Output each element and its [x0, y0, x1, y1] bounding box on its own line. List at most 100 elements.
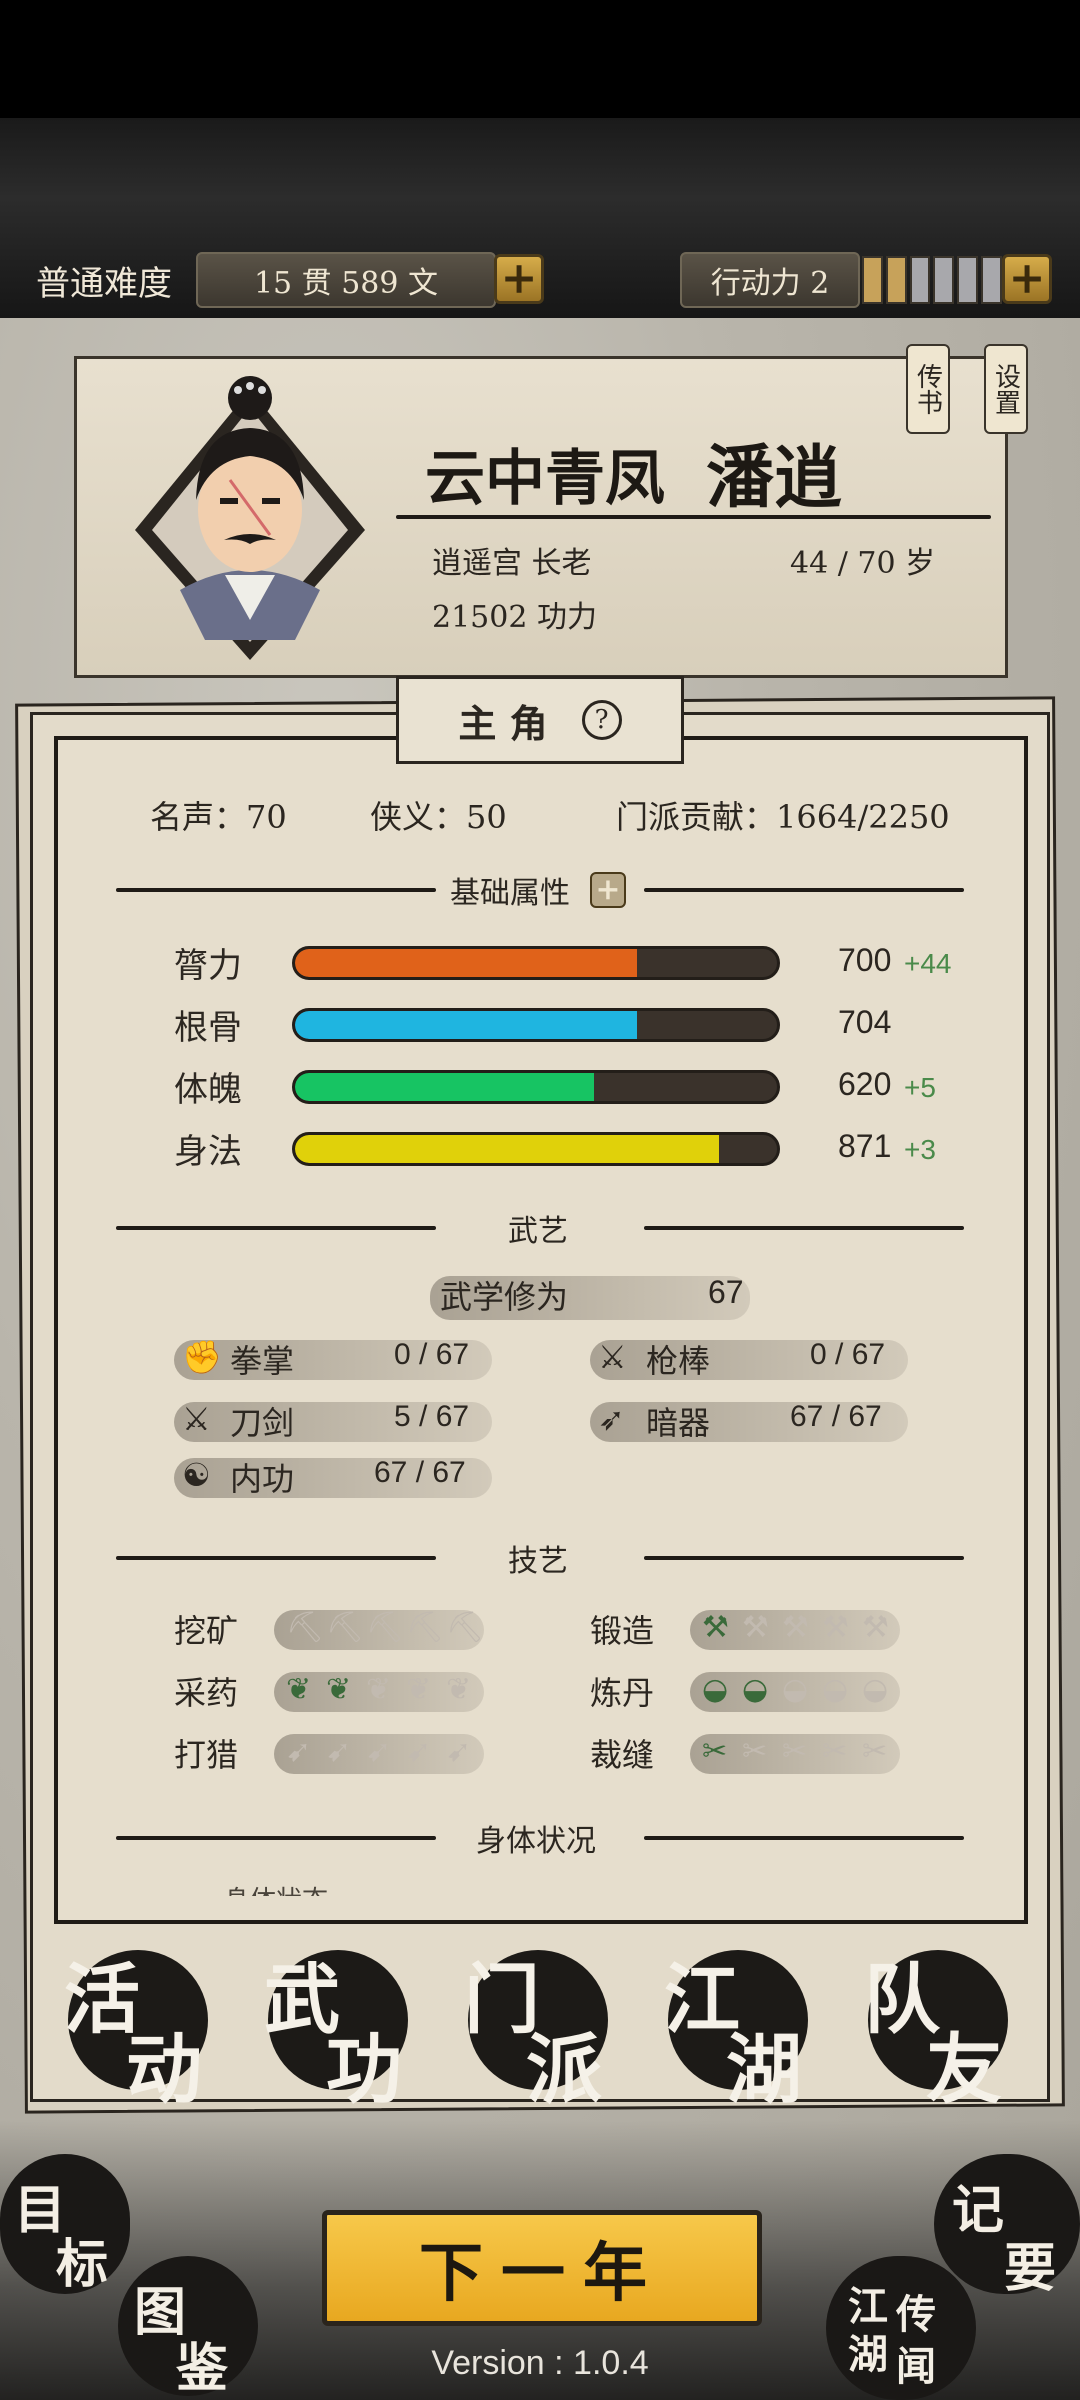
fame-stat: 名声：70 [150, 798, 287, 836]
tab-title: 主 角 [458, 700, 548, 746]
attribute-bar [292, 946, 780, 980]
needle-icon: ✂ [862, 1734, 888, 1769]
skill-label: 刀剑 [230, 1404, 295, 1442]
martial-title: 武艺 [508, 1214, 568, 1249]
herb-icon: ❦ [446, 1672, 472, 1707]
add-attribute-button[interactable]: + [590, 872, 626, 908]
cultivation-label: 武学修为 [440, 1278, 569, 1316]
attribute-label: 体魄 [174, 1070, 242, 1110]
needle-icon: ✂ [742, 1734, 768, 1769]
tag-settings-button[interactable]: 设置 [984, 344, 1028, 434]
martial-skill[interactable]: ☯ 内功 67 / 67 [174, 1452, 492, 1500]
bowl-icon: ◒ [862, 1672, 889, 1707]
character-name: 潘逍 [706, 438, 843, 518]
bowl-icon: ◒ [742, 1672, 769, 1707]
goal-button[interactable]: 目 标 [0, 2154, 130, 2295]
herb-icon: ❦ [406, 1672, 432, 1707]
bow-icon: ➹ [286, 1734, 312, 1769]
attribute-row: 根骨 704 [0, 998, 1080, 1060]
craft-row[interactable]: 裁缝 ✂ ✂ ✂ ✂ ✂ [590, 1728, 910, 1778]
herb-icon: ❦ [326, 1672, 352, 1707]
martial-skill[interactable]: ⚔ 刀剑 5 / 67 [174, 1396, 492, 1444]
bow-icon: ➹ [326, 1734, 352, 1769]
craft-row[interactable]: 打猎 ➹ ➹ ➹ ➹ ➹ [174, 1728, 494, 1778]
body-status-title: 身体状况 [476, 1824, 596, 1859]
nav-button[interactable]: 江湖 [664, 1950, 808, 2114]
martial-skill[interactable]: ✊ 拳掌 0 / 67 [174, 1334, 492, 1382]
pickaxe-icon: ⛏ [366, 1610, 405, 1645]
skill-value: 5 / 67 [394, 1400, 470, 1433]
attribute-value: 620 [838, 1066, 892, 1102]
action-points-display: 行动力 2 [680, 252, 860, 308]
money-display: 15 贯 589 文 [196, 252, 496, 308]
attribute-bar [292, 1070, 780, 1104]
nav-char-2: 动 [126, 2025, 202, 2114]
pickaxe-icon: ⛏ [326, 1610, 365, 1645]
craft-grid: 挖矿 ⛏ ⛏ ⛏ ⛏ ⛏ 锻造 ⚒ ⚒ ⚒ ⚒ ⚒ 采药 ❦ ❦ ❦ ❦ ❦ 炼丹 ◒ ◒ ◒ ◒ ◒ 打猎 ➹ ➹ ➹ ➹ ➹ 裁缝 ✂ ✂ ✂… [0, 1604, 1080, 1794]
skill-label: 拳掌 [230, 1342, 295, 1380]
spear-icon: ⚔ [598, 1338, 627, 1376]
chivalry-stat: 侠义：50 [370, 798, 507, 836]
attribute-bar [292, 1132, 780, 1166]
tab-protagonist[interactable]: 主 角 ? [396, 676, 684, 764]
action-point-segment [862, 256, 883, 304]
nav-button[interactable]: 武功 [264, 1950, 408, 2114]
nav-button[interactable]: 活动 [64, 1950, 208, 2114]
attribute-label: 膂力 [174, 946, 242, 986]
dart-icon: ➶ [598, 1400, 625, 1438]
qi-icon: ☯ [182, 1456, 211, 1494]
nav-char-2: 功 [326, 2025, 402, 2114]
divider-right [644, 1226, 964, 1230]
divider-left [116, 1556, 436, 1560]
next-year-button[interactable]: 下一年 [322, 2210, 762, 2326]
skill-value: 67 / 67 [790, 1400, 882, 1433]
martial-skill[interactable]: ➶ 暗器 67 / 67 [590, 1396, 908, 1444]
tag-book-label: 传书 [912, 363, 943, 415]
needle-icon: ✂ [702, 1734, 728, 1769]
action-point-segment [885, 256, 907, 304]
martial-skill[interactable]: ⚔ 枪棒 0 / 67 [590, 1334, 908, 1382]
craft-label: 采药 [174, 1674, 239, 1712]
tag-book-button[interactable]: 传书 [906, 344, 950, 434]
avatar[interactable] [120, 360, 380, 660]
plus-icon: + [1008, 253, 1046, 304]
bow-icon: ➹ [366, 1734, 392, 1769]
add-money-button[interactable]: + [494, 254, 544, 304]
goal-char-2: 标 [56, 2234, 109, 2295]
divider-left [116, 888, 436, 892]
divider-left [116, 1226, 436, 1230]
divider-right [644, 1836, 964, 1840]
help-icon[interactable]: ? [581, 700, 622, 740]
contribution-stat: 门派贡献：1664/2250 [616, 798, 950, 836]
craft-row[interactable]: 锻造 ⚒ ⚒ ⚒ ⚒ ⚒ [590, 1604, 910, 1654]
craft-row[interactable]: 炼丹 ◒ ◒ ◒ ◒ ◒ [590, 1666, 910, 1716]
anvil-icon: ⚒ [702, 1610, 729, 1645]
nav-button[interactable]: 门派 [464, 1950, 608, 2114]
herb-icon: ❦ [366, 1672, 392, 1707]
skill-value: 0 / 67 [810, 1338, 886, 1371]
nav-char-2: 派 [526, 2025, 602, 2114]
needle-icon: ✂ [822, 1734, 848, 1769]
nav-char-2: 友 [926, 2025, 1002, 2114]
anvil-icon: ⚒ [742, 1610, 769, 1645]
bowl-icon: ◒ [822, 1672, 849, 1707]
nav-char-2: 湖 [726, 2025, 802, 2114]
next-year-label: 下一年 [419, 2236, 665, 2311]
action-point-segment [909, 256, 931, 304]
add-action-button[interactable]: + [1002, 254, 1052, 304]
attributes-title: 基础属性 [450, 876, 570, 911]
craft-row[interactable]: 挖矿 ⛏ ⛏ ⛏ ⛏ ⛏ [174, 1604, 494, 1654]
craft-row[interactable]: 采药 ❦ ❦ ❦ ❦ ❦ [174, 1666, 494, 1716]
skill-value: 67 / 67 [374, 1456, 466, 1489]
skill-label: 枪棒 [646, 1342, 711, 1380]
skill-value: 0 / 67 [394, 1338, 470, 1371]
difficulty-label: 普通难度 [36, 264, 172, 304]
nav-button[interactable]: 队友 [864, 1950, 1008, 2114]
crafts-title: 技艺 [508, 1544, 568, 1579]
action-point-segment [981, 256, 1002, 304]
title-underline [396, 515, 991, 519]
status-bar-area [0, 0, 1080, 118]
notes-button[interactable]: 记 要 [934, 2154, 1080, 2299]
craft-label: 炼丹 [590, 1674, 655, 1712]
bowl-icon: ◒ [782, 1672, 809, 1707]
